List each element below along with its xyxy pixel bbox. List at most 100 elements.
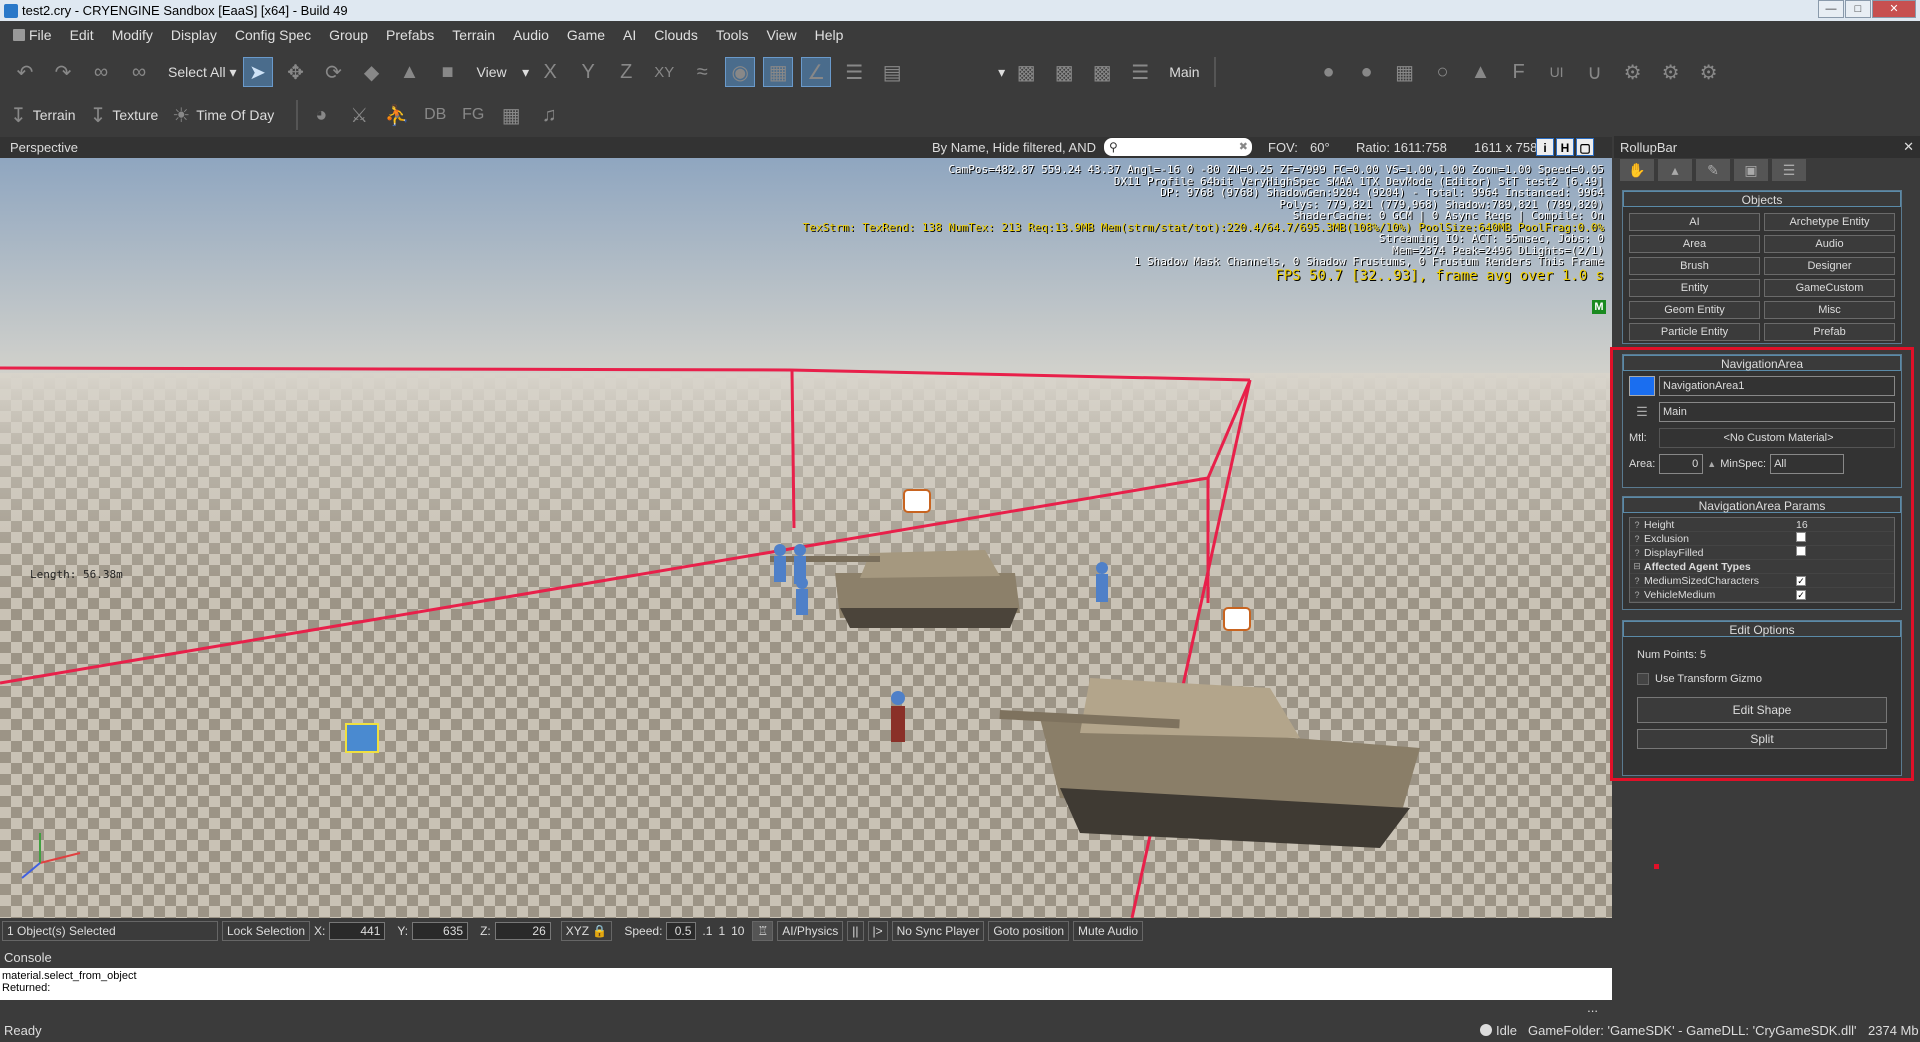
minimize-button[interactable]: — [1818, 0, 1844, 18]
menu-modify[interactable]: Modify [103, 27, 162, 43]
close-button[interactable]: ✕ [1872, 0, 1916, 18]
selection-set-dropdown[interactable]: ▾ [915, 59, 1011, 85]
object-ai-button[interactable]: AI [1629, 213, 1760, 231]
actor-icon[interactable]: ⛹ [382, 100, 412, 130]
menu-audio[interactable]: Audio [504, 27, 558, 43]
helpers-button[interactable]: H [1556, 138, 1574, 156]
menu-display[interactable]: Display [162, 27, 226, 43]
console-input[interactable]: ... [0, 1000, 1612, 1016]
ai-physics-button[interactable]: AI/Physics [777, 921, 844, 941]
layer-dropdown[interactable]: Main [1163, 59, 1205, 85]
menu-ai[interactable]: AI [614, 27, 645, 43]
resolution-label[interactable]: 1611 x 758 [1474, 140, 1537, 155]
info-button[interactable]: i [1536, 138, 1554, 156]
object-entity-button[interactable]: Entity [1629, 279, 1760, 297]
music-icon[interactable]: ♫ [534, 100, 564, 130]
rotate-tool-icon[interactable]: ⟳ [319, 57, 349, 87]
viewport-type[interactable]: Perspective [10, 140, 78, 155]
tab-display[interactable]: ▣ [1734, 159, 1768, 181]
axis-xy-button[interactable]: XY [649, 57, 679, 87]
menu-help[interactable]: Help [806, 27, 853, 43]
texture-button[interactable]: ↧ Texture [90, 103, 159, 128]
mute-audio-button[interactable]: Mute Audio [1073, 921, 1144, 941]
nav-icon[interactable]: ♖ [752, 921, 774, 941]
select-all-dropdown[interactable]: Select All ▾ [162, 59, 243, 85]
menu-group[interactable]: Group [320, 27, 377, 43]
terrain-follow-icon[interactable]: ≈ [687, 57, 717, 87]
axis-x-button[interactable]: X [535, 57, 565, 87]
angle-snap-icon[interactable]: ∠ [801, 57, 832, 87]
maximize-button[interactable]: □ [1845, 0, 1871, 18]
export-icon[interactable]: ▩ [1011, 57, 1041, 87]
object-audio-button[interactable]: Audio [1764, 235, 1895, 253]
object-designer-button[interactable]: Designer [1764, 257, 1895, 275]
y-coordinate-input[interactable]: 635 [412, 922, 469, 940]
menu-prefabs[interactable]: Prefabs [377, 27, 443, 43]
snap-to-grid-icon[interactable]: ◉ [725, 57, 756, 87]
object-area-button[interactable]: Area [1629, 235, 1760, 253]
fov-value[interactable]: 60° [1310, 140, 1330, 155]
speed-input[interactable]: 0.5 [666, 922, 697, 940]
maximize-viewport-button[interactable]: ▢ [1576, 138, 1594, 156]
reload-icon[interactable]: ▩ [1087, 57, 1117, 87]
perspective-viewport[interactable]: CamPos=482.87 559.24 43.37 Angl=-16 0 -8… [0, 158, 1612, 918]
object-geom-entity-button[interactable]: Geom Entity [1629, 301, 1760, 319]
object-prefab-button[interactable]: Prefab [1764, 323, 1895, 341]
snap-terrain-icon[interactable]: ▲ [395, 57, 425, 87]
tab-layers[interactable]: ☰ [1772, 159, 1806, 181]
flowgraph-icon[interactable]: F [1504, 57, 1534, 87]
mannequin-icon[interactable]: ∪ [1580, 57, 1610, 87]
menu-terrain[interactable]: Terrain [443, 27, 504, 43]
menu-edit[interactable]: Edit [61, 27, 103, 43]
flowgraph-button[interactable]: FG [458, 100, 488, 130]
objects-title[interactable]: Objects [1623, 191, 1901, 207]
link-icon[interactable]: ∞ [86, 57, 116, 87]
lock-selection-button[interactable]: Lock Selection [222, 921, 311, 941]
database-button[interactable]: DB [420, 100, 450, 130]
import-icon[interactable]: ▩ [1049, 57, 1079, 87]
view-coordinate-dropdown[interactable]: View ▾ [471, 59, 536, 85]
grid-view-icon[interactable]: ▦ [496, 100, 526, 130]
align-icon[interactable]: ☰ [839, 57, 869, 87]
move-tool-icon[interactable]: ✥ [281, 57, 311, 87]
viewport-search-input[interactable]: ⚲ ✖ [1104, 138, 1252, 156]
speed-preset-10[interactable]: 10 [731, 924, 744, 938]
close-icon[interactable]: ✕ [1903, 139, 1914, 155]
menu-config-spec[interactable]: Config Spec [226, 27, 320, 43]
console-output[interactable]: material.select_from_object Returned: [0, 968, 1612, 1000]
menu-view[interactable]: View [758, 27, 806, 43]
menu-clouds[interactable]: Clouds [645, 27, 707, 43]
step-button[interactable]: |> [867, 921, 888, 941]
menu-tools[interactable]: Tools [707, 27, 758, 43]
object-archetype-button[interactable]: Archetype Entity [1764, 213, 1895, 231]
character-icon[interactable]: ⚔ [344, 100, 374, 130]
tab-objects[interactable]: ✋ [1620, 159, 1654, 181]
terrain-editor-icon[interactable]: ▲ [1466, 57, 1496, 87]
pause-button[interactable]: || [847, 921, 864, 941]
object-gamecustom-button[interactable]: GameCustom [1764, 279, 1895, 297]
filter-mode[interactable]: By Name, Hide filtered, AND [932, 140, 1096, 155]
menu-file[interactable]: File [4, 27, 61, 43]
select-tool-icon[interactable]: ➤ [242, 57, 273, 87]
x-coordinate-input[interactable]: 441 [329, 922, 386, 940]
speed-preset-0.1[interactable]: .1 [702, 924, 712, 938]
clear-search-icon[interactable]: ✖ [1239, 140, 1248, 153]
z-coordinate-input[interactable]: 26 [494, 922, 551, 940]
time-of-day-button[interactable]: ☀ Time Of Day [172, 103, 274, 128]
menu-game[interactable]: Game [558, 27, 614, 43]
scale-tool-icon[interactable]: ◆ [357, 57, 387, 87]
redo-icon[interactable]: ↷ [48, 57, 78, 87]
axis-y-button[interactable]: Y [573, 57, 603, 87]
database-icon[interactable]: ▦ [1390, 57, 1420, 87]
no-sync-player-button[interactable]: No Sync Player [891, 921, 985, 941]
object-particle-entity-button[interactable]: Particle Entity [1629, 323, 1760, 341]
physics-icon[interactable]: ◕ [306, 100, 336, 130]
tab-terrain[interactable]: ▴ [1658, 159, 1692, 181]
preferences-icon[interactable]: ⚙ [1694, 57, 1724, 87]
xyz-lock-button[interactable]: XYZ 🔒 [560, 921, 613, 941]
terrain-button[interactable]: ↧ Terrain [10, 103, 76, 128]
physics-tool-icon[interactable]: ● [1352, 57, 1382, 87]
unlink-icon[interactable]: ∞ [124, 57, 154, 87]
tab-modeling[interactable]: ✎ [1696, 159, 1730, 181]
options-icon[interactable]: ⚙ [1656, 57, 1686, 87]
